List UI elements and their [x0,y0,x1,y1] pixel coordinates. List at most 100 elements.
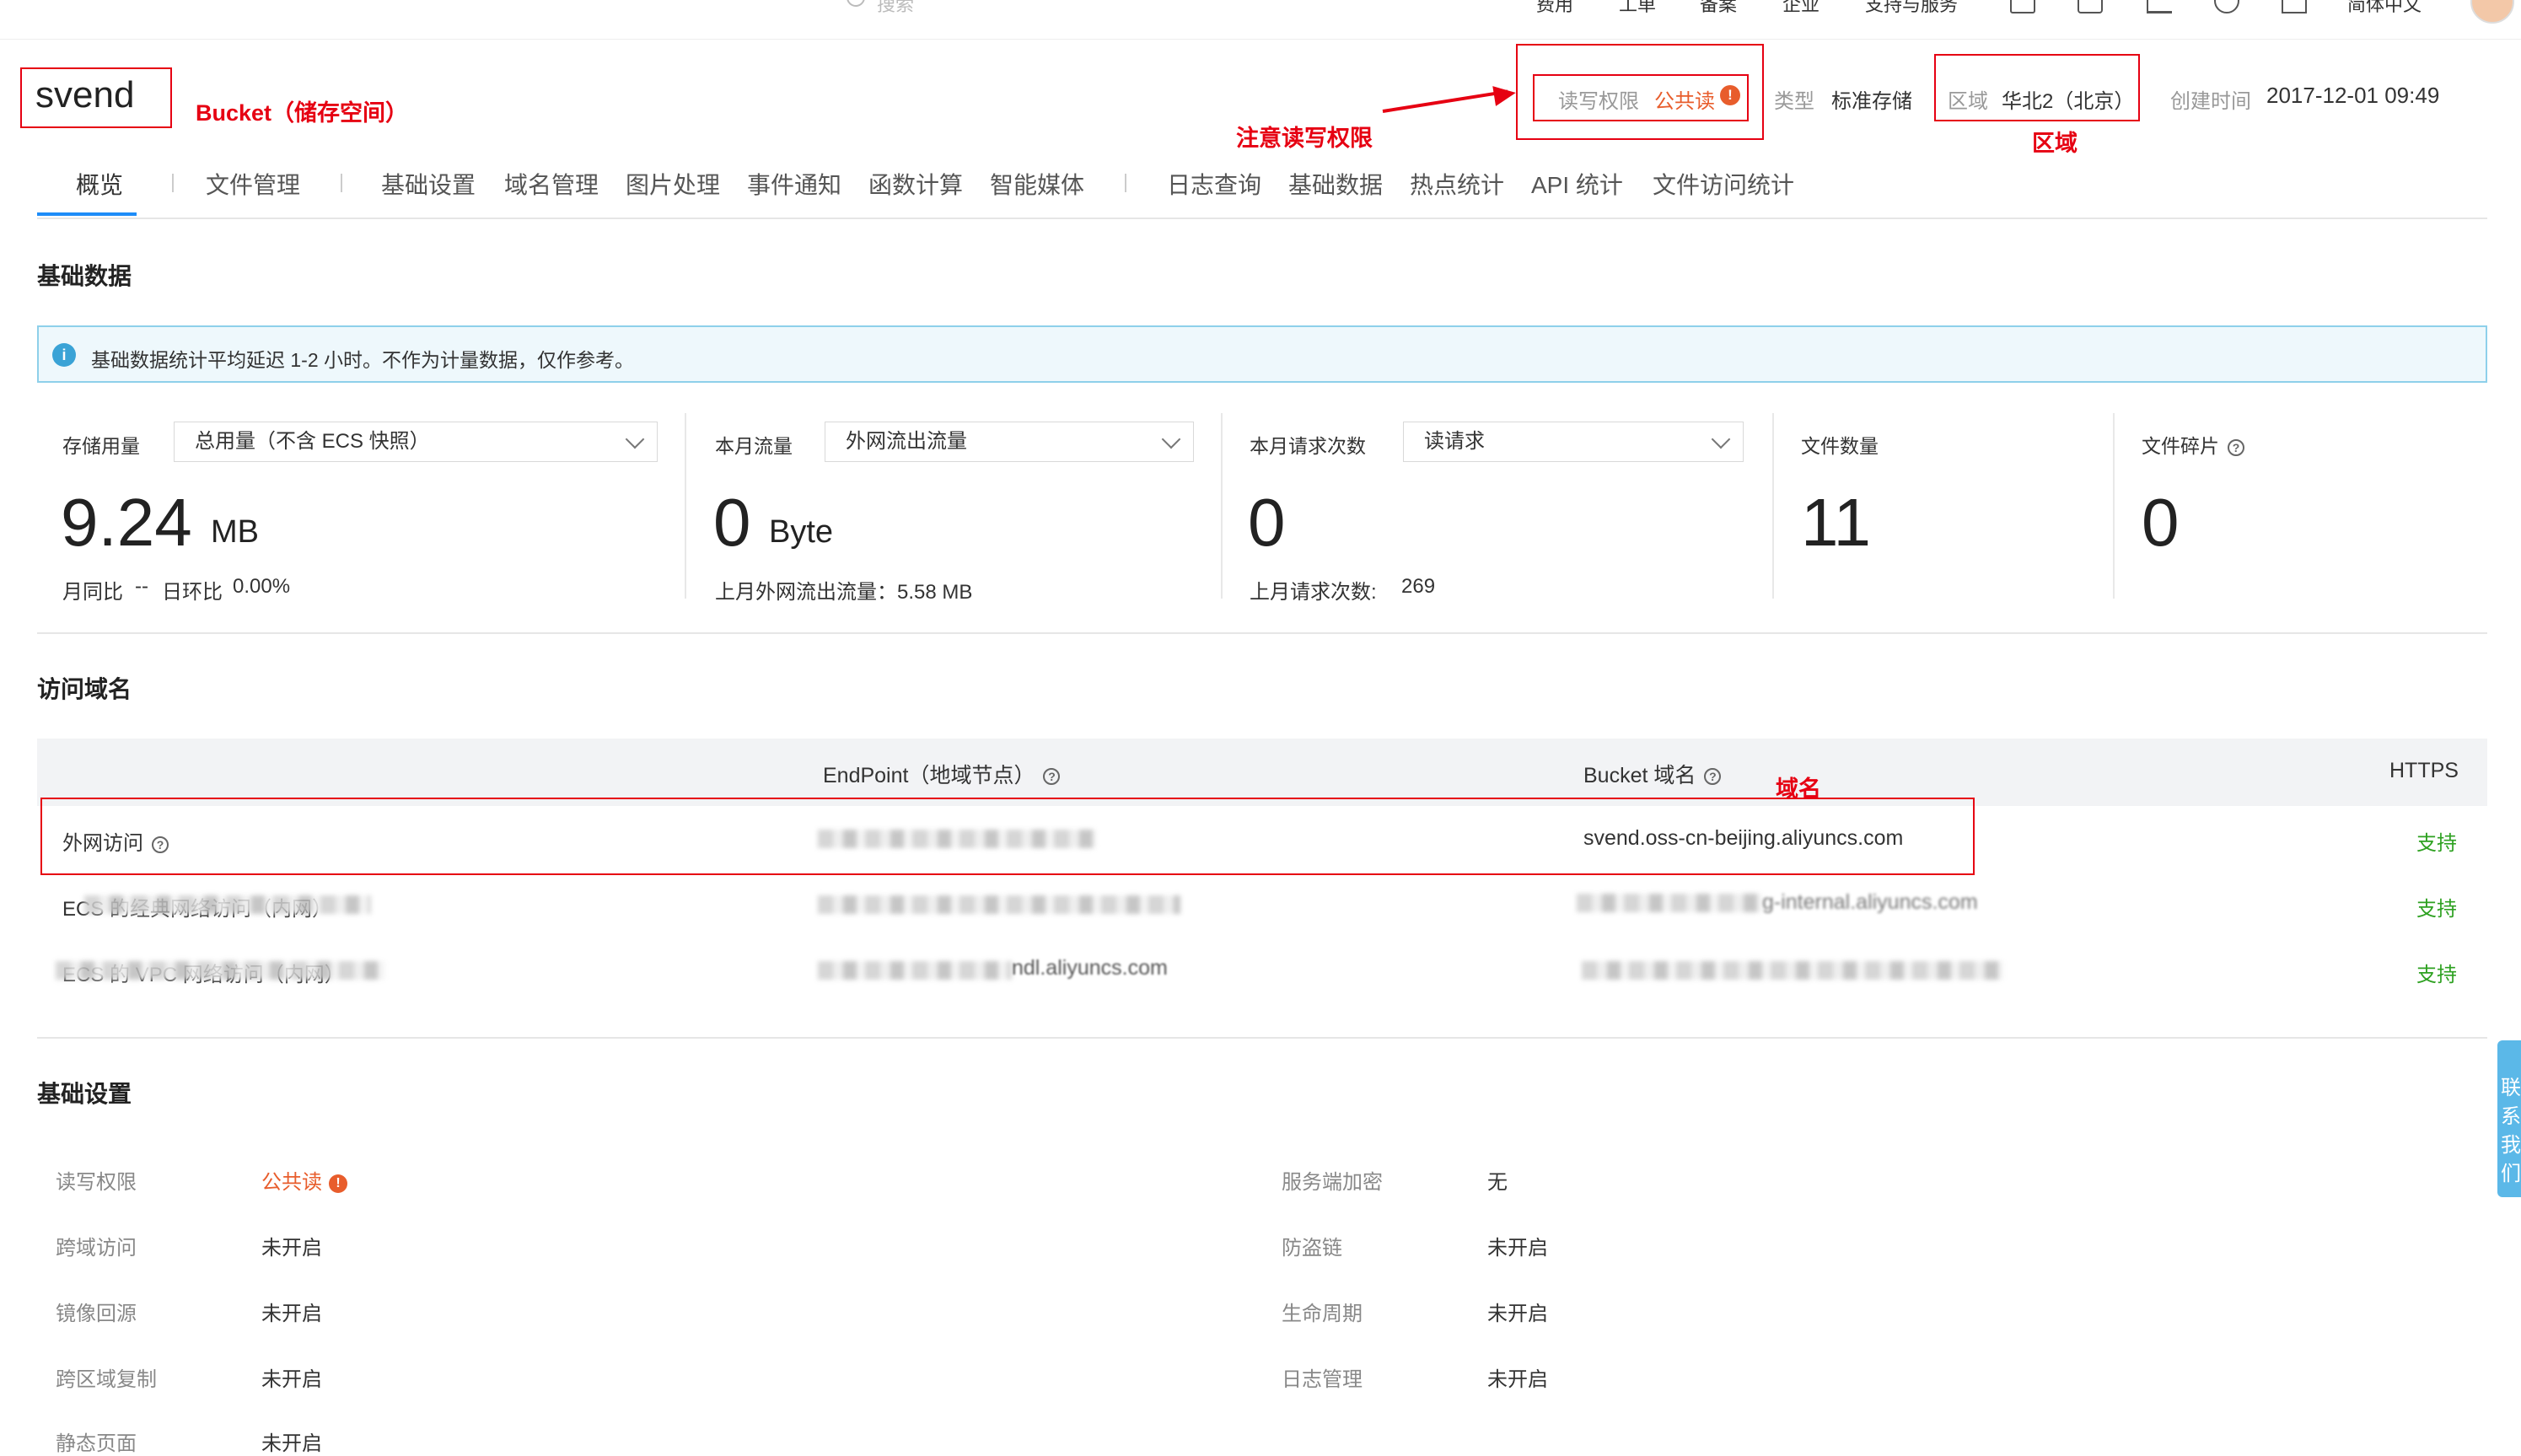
arrow-head-icon [1492,83,1518,106]
fragments-label: 文件碎片? [2142,430,2244,459]
cart-icon[interactable] [2147,0,2172,13]
row-vpc-https: 支持 [2416,964,2457,986]
contact-us-text: 联系我们 [2501,1077,2521,1185]
top-navbar: 搜索 费用 工单 备案 企业 支持与服务 简体中文 [0,0,2521,40]
card-divider [2113,413,2115,599]
tab-api-stats[interactable]: API 统计 [1531,167,1623,201]
fragments-label-text: 文件碎片 [2142,435,2219,457]
help-icon[interactable]: ? [1704,768,1722,786]
type-value: 标准存储 [1831,90,1912,113]
row-public-name-text: 外网访问 [62,832,143,855]
card-divider [1772,413,1774,599]
setting-acl-label: 读写权限 [56,1171,137,1194]
search-input[interactable]: 搜索 [877,0,914,17]
warning-icon: ! [1720,85,1740,105]
storage-dod-value: 0.00% [233,575,291,598]
tab-basic-data[interactable]: 基础数据 [1288,167,1383,201]
home-icon[interactable] [2282,0,2307,13]
nav-icp[interactable]: 备案 [1700,0,1737,17]
help-icon[interactable]: ? [1043,768,1061,786]
arrow-icon [1382,89,1508,113]
help-icon[interactable] [2214,0,2239,13]
nav-ticket[interactable]: 工单 [1619,0,1656,17]
region-label: 区域 [1948,90,1988,113]
row-public-https: 支持 [2416,832,2457,855]
tab-log-query[interactable]: 日志查询 [1167,167,1261,201]
info-icon: i [52,343,76,367]
search-icon[interactable] [847,0,865,7]
setting-mirror-label: 镜像回源 [56,1303,137,1325]
nav-billing[interactable]: 费用 [1536,0,1573,17]
setting-acl-value: 公共读! [261,1165,347,1195]
tab-media[interactable]: 智能媒体 [990,167,1084,201]
tab-domain[interactable]: 域名管理 [504,167,599,201]
bell-icon[interactable] [2078,0,2103,13]
storage-mom-value: -- [135,575,148,598]
chevron-down-icon [625,429,645,449]
basic-data-title: 基础数据 [37,263,132,289]
domains-table-header [37,739,2487,806]
tab-separator [1125,174,1126,192]
nav-support[interactable]: 支持与服务 [1865,0,1958,17]
row-public-domain[interactable]: svend.oss-cn-beijing.aliyuncs.com [1583,826,1903,851]
tab-overview[interactable]: 概览 [76,167,123,201]
domain-blurred [1582,961,2003,980]
tab-separator [341,174,342,192]
requests-select[interactable]: 读请求 [1403,422,1744,462]
traffic-value: 0 [713,485,751,560]
nav-enterprise[interactable]: 企业 [1782,0,1820,17]
https-header: HTTPS [2389,759,2459,782]
tab-access-stats[interactable]: 文件访问统计 [1653,167,1794,201]
endpoint-header-text: EndPoint（地域节点） [823,764,1035,787]
setting-encryption-value: 无 [1487,1171,1508,1194]
section-divider [37,1037,2487,1039]
endpoint-blurred [818,895,1180,914]
tab-basic-settings[interactable]: 基础设置 [381,167,476,201]
help-icon[interactable]: ? [152,835,169,853]
settings-title: 基础设置 [37,1081,132,1107]
chevron-down-icon [1161,429,1181,449]
language-switch[interactable]: 简体中文 [2347,0,2422,17]
requests-label: 本月请求次数 [1250,435,1366,457]
notice-text: 基础数据统计平均延迟 1-2 小时。不作为计量数据，仅作参考。 [91,349,635,371]
tab-active-indicator [37,212,137,216]
avatar[interactable] [2470,0,2514,24]
tab-hotspot[interactable]: 热点统计 [1410,167,1504,201]
row-vpc-endpoint-tail: ndl.aliyuncs.com [1012,956,1168,980]
setting-hotlink-value: 未开启 [1487,1237,1548,1260]
fragments-value: 0 [2142,485,2180,560]
image-icon[interactable] [2010,0,2035,13]
storage-unit: MB [211,514,259,550]
traffic-label: 本月流量 [715,435,793,457]
created-label: 创建时间 [2170,90,2251,113]
storage-select[interactable]: 总用量（不含 ECS 快照） [174,422,658,462]
traffic-unit: Byte [769,514,834,550]
tab-image[interactable]: 图片处理 [626,167,720,201]
endpoint-blurred [818,830,1096,848]
traffic-select[interactable]: 外网流出流量 [825,422,1194,462]
card-divider [1221,413,1223,599]
region-note: 区域 [2032,131,2078,156]
storage-mom-label: 月同比 [62,581,123,604]
tab-files[interactable]: 文件管理 [206,167,300,201]
help-icon[interactable]: ? [2228,438,2244,456]
bucket-annotation: Bucket（储存空间） [196,100,409,126]
storage-label: 存储用量 [62,435,140,457]
setting-acl-value-text: 公共读 [261,1171,322,1194]
tab-function[interactable]: 函数计算 [868,167,963,201]
files-label: 文件数量 [1801,435,1879,457]
created-value: 2017-12-01 09:49 [2266,83,2440,108]
traffic-sub: 上月外网流出流量：5.58 MB [715,581,973,604]
endpoint-blurred [818,961,1012,980]
acl-value: 公共读 [1654,90,1715,113]
tab-events[interactable]: 事件通知 [747,167,841,201]
domains-title: 访问域名 [37,676,132,702]
setting-encryption-label: 服务端加密 [1282,1171,1383,1194]
bucket-name: svend [35,74,135,116]
requests-sub: 上月请求次数: [1250,581,1377,604]
warning-icon: ! [329,1174,347,1193]
region-value: 华北2（北京） [2002,90,2135,113]
contact-us-tab[interactable]: 联系我们 [2497,1040,2521,1197]
notice-banner: i 基础数据统计平均延迟 1-2 小时。不作为计量数据，仅作参考。 [37,325,2487,383]
acl-label: 读写权限 [1558,90,1639,113]
